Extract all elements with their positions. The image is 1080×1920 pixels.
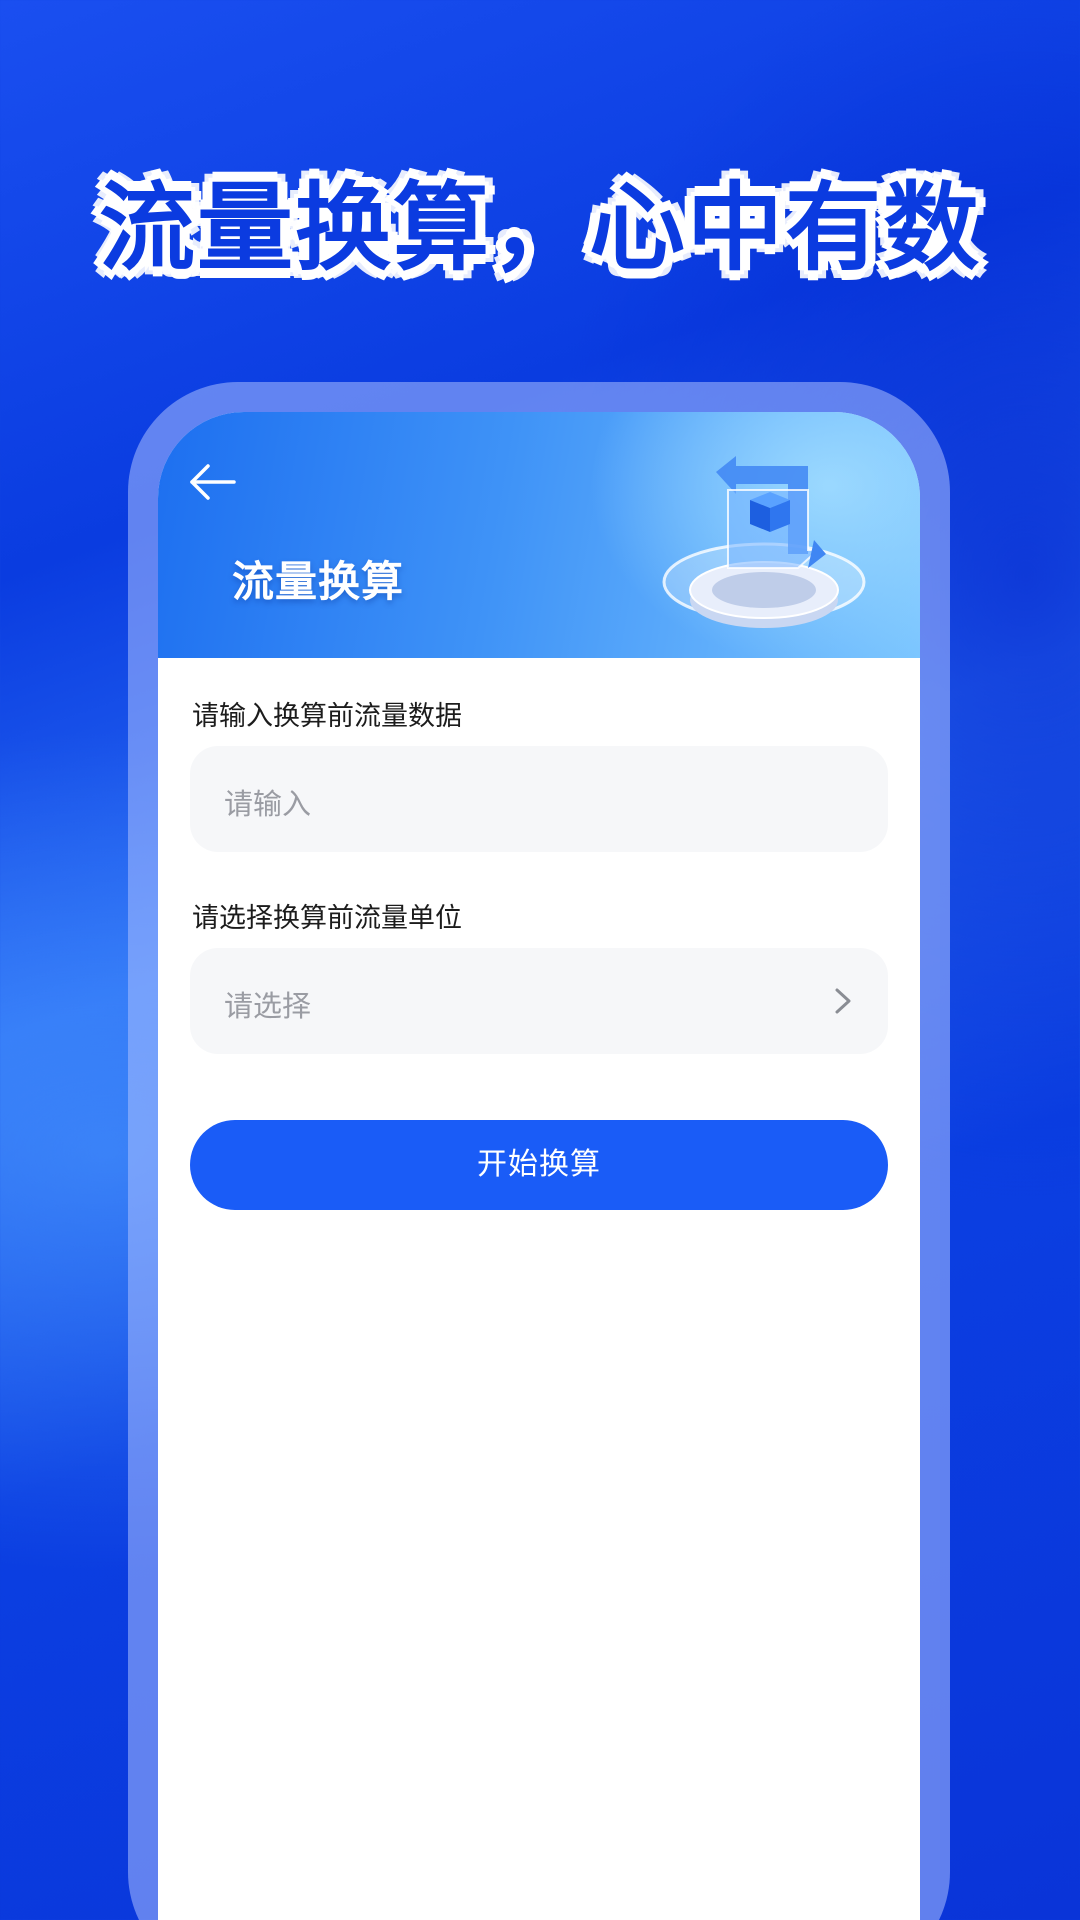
unit-label: 请选择换算前流量单位 <box>192 903 462 934</box>
arrow-left-icon[interactable] <box>188 462 238 502</box>
chevron-right-icon <box>835 988 851 1014</box>
phone-screen: 流量换算 请输入换算前流量数据 请输入 请选择换算前流量单位 请选择 开始换算 <box>158 412 920 1920</box>
amount-placeholder: 请输入 <box>224 787 312 821</box>
page-title: 流量换算 <box>232 557 405 606</box>
unit-select[interactable]: 请选择 <box>190 948 888 1054</box>
page-header: 流量换算 <box>158 412 920 658</box>
amount-input[interactable]: 请输入 <box>190 746 888 852</box>
amount-label: 请输入换算前流量数据 <box>192 701 462 732</box>
unit-placeholder: 请选择 <box>224 989 312 1023</box>
start-conversion-button[interactable]: 开始换算 <box>190 1120 888 1210</box>
data-cube-illustration <box>662 456 866 628</box>
promo-headline: 流量换算，心中有数 <box>99 172 981 284</box>
